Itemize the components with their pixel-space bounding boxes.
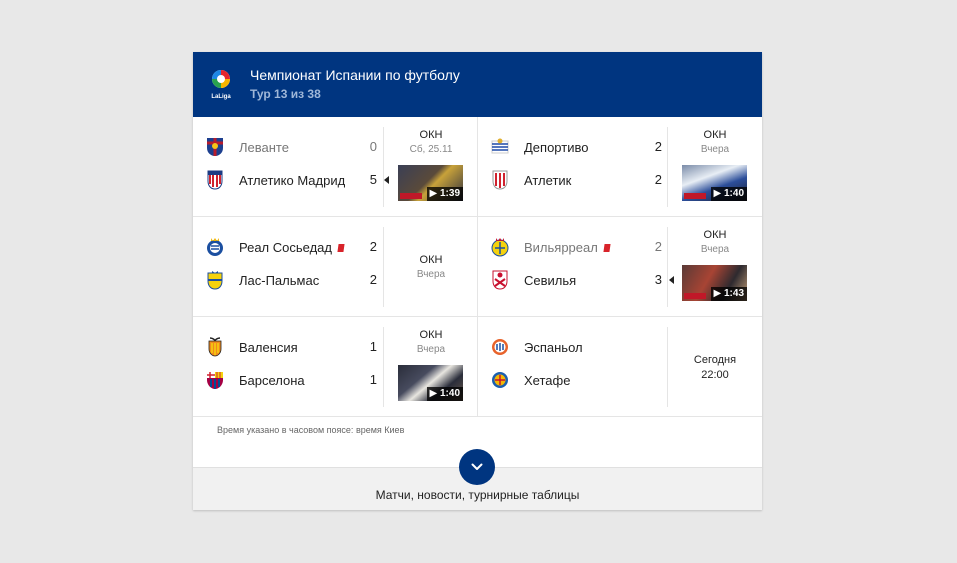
las-palmas-crest-icon bbox=[205, 270, 225, 290]
away-team: Хетафе bbox=[490, 370, 672, 390]
status-label: ОКН bbox=[703, 229, 727, 241]
team-score: 2 bbox=[654, 172, 662, 187]
espanyol-crest-icon bbox=[490, 337, 510, 357]
footer-label: Матчи, новости, турнирные таблицы bbox=[375, 488, 580, 502]
match-valencia-barcelona[interactable]: Валенсия 1 Барселона 1 ОКН Вчера ▶ 1:40 bbox=[193, 317, 478, 416]
getafe-crest-icon bbox=[490, 370, 510, 390]
laliga-logo-icon: LaLiga bbox=[206, 67, 236, 101]
status-label: Сегодня bbox=[693, 353, 737, 366]
chevron-down-icon bbox=[471, 458, 483, 476]
match-time: 22:00 bbox=[701, 368, 729, 381]
sevilla-crest-icon bbox=[490, 270, 510, 290]
status-label: ОКН bbox=[419, 329, 443, 341]
league-title[interactable]: Чемпионат Испании по футболу bbox=[250, 67, 460, 83]
team-name: Барселона bbox=[239, 372, 305, 388]
match-date: Вчера bbox=[416, 268, 446, 280]
matches-row: Валенсия 1 Барселона 1 ОКН Вчера ▶ 1:40 bbox=[193, 317, 762, 417]
team-name: Лас-Пальмас bbox=[239, 272, 320, 288]
match-status: ОКН Вчера ▶ 1:43 bbox=[667, 227, 762, 307]
red-card-icon bbox=[603, 243, 611, 252]
team-score: 5 bbox=[369, 172, 377, 187]
team-name: Эспаньол bbox=[524, 339, 583, 355]
away-team: Атлетик 2 bbox=[490, 170, 672, 190]
matches-row: Леванте 0 Атлетико Мадрид 5 ОКН Сб, 25.1… bbox=[193, 117, 762, 217]
match-status: ОКН Вчера bbox=[383, 227, 478, 307]
matches-row: Реал Сосьедад 2 Лас-Пальмас 2 ОКН Вчера bbox=[193, 217, 762, 317]
ad-board bbox=[684, 193, 706, 199]
home-team: Эспаньол bbox=[490, 337, 672, 357]
villarreal-crest-icon bbox=[490, 237, 510, 257]
match-espanyol-getafe[interactable]: Эспаньол Хетафе Сегодня 22:00 bbox=[478, 317, 762, 416]
expand-button[interactable] bbox=[459, 449, 495, 485]
sports-card: LaLiga Чемпионат Испании по футболу Тур … bbox=[193, 52, 762, 510]
video-duration: ▶ 1:39 bbox=[426, 187, 463, 201]
match-levante-atletico[interactable]: Леванте 0 Атлетико Мадрид 5 ОКН Сб, 25.1… bbox=[193, 117, 478, 216]
video-highlight-thumbnail[interactable]: ▶ 1:40 bbox=[398, 365, 463, 401]
home-team: Депортиво 2 bbox=[490, 137, 672, 157]
team-score: 2 bbox=[654, 139, 662, 154]
match-date: Сб, 25.11 bbox=[409, 144, 453, 155]
deportivo-crest-icon bbox=[490, 137, 510, 157]
real-sociedad-crest-icon bbox=[205, 237, 225, 257]
status-label: ОКН bbox=[419, 253, 443, 266]
team-score: 2 bbox=[654, 239, 662, 254]
team-name: Вильярреал bbox=[524, 240, 611, 255]
match-date: Вчера bbox=[700, 144, 730, 155]
match-status: ОКН Сб, 25.11 ▶ 1:39 bbox=[383, 127, 478, 207]
team-name: Валенсия bbox=[239, 339, 298, 355]
team-name: Хетафе bbox=[524, 372, 571, 388]
match-status: Сегодня 22:00 bbox=[667, 327, 762, 407]
team-score: 2 bbox=[369, 239, 377, 254]
match-date: Вчера bbox=[416, 344, 446, 355]
match-deportivo-athletic[interactable]: Депортиво 2 Атлетик 2 ОКН Вчера ▶ 1:40 bbox=[478, 117, 762, 216]
team-name: Леванте bbox=[239, 139, 289, 155]
team-score: 2 bbox=[369, 272, 377, 287]
status-label: ОКН bbox=[703, 129, 727, 141]
team-score: 0 bbox=[369, 139, 377, 154]
home-team: Валенсия 1 bbox=[205, 337, 387, 357]
team-name: Атлетик bbox=[524, 172, 572, 188]
video-highlight-thumbnail[interactable]: ▶ 1:40 bbox=[682, 165, 747, 201]
away-team: Севилья 3 bbox=[490, 270, 674, 290]
match-date: Вчера bbox=[700, 244, 730, 255]
home-team: Вильярреал 2 bbox=[490, 237, 672, 257]
team-score: 3 bbox=[654, 272, 662, 287]
atletico-crest-icon bbox=[205, 170, 225, 190]
team-name: Реал Сосьедад bbox=[239, 240, 345, 255]
match-sociedad-laspalmas[interactable]: Реал Сосьедад 2 Лас-Пальмас 2 ОКН Вчера bbox=[193, 217, 478, 316]
away-team: Атлетико Мадрид 5 bbox=[205, 170, 389, 190]
video-duration: ▶ 1:40 bbox=[426, 387, 463, 401]
match-status: ОКН Вчера ▶ 1:40 bbox=[383, 327, 478, 407]
ad-board bbox=[400, 193, 422, 199]
timezone-note: Время указано в часовом поясе: время Кие… bbox=[217, 425, 405, 435]
matches-grid: Леванте 0 Атлетико Мадрид 5 ОКН Сб, 25.1… bbox=[193, 117, 762, 417]
team-score: 1 bbox=[369, 339, 377, 354]
video-highlight-thumbnail[interactable]: ▶ 1:39 bbox=[398, 165, 463, 201]
team-name: Атлетико Мадрид bbox=[239, 172, 346, 188]
home-team: Леванте 0 bbox=[205, 137, 387, 157]
away-team: Лас-Пальмас 2 bbox=[205, 270, 387, 290]
league-header[interactable]: LaLiga Чемпионат Испании по футболу Тур … bbox=[193, 52, 762, 117]
team-score: 1 bbox=[369, 372, 377, 387]
athletic-crest-icon bbox=[490, 170, 510, 190]
ad-board bbox=[684, 293, 706, 299]
svg-text:LaLiga: LaLiga bbox=[211, 94, 231, 100]
valencia-crest-icon bbox=[205, 337, 225, 357]
team-name: Севилья bbox=[524, 272, 577, 288]
barcelona-crest-icon bbox=[205, 370, 225, 390]
match-villarreal-sevilla[interactable]: Вильярреал 2 Севилья 3 ОКН Вчера ▶ 1:43 bbox=[478, 217, 762, 316]
red-card-icon bbox=[337, 243, 345, 252]
round-label: Тур 13 из 38 bbox=[250, 87, 321, 101]
team-name: Депортиво bbox=[524, 139, 589, 155]
away-team: Барселона 1 bbox=[205, 370, 387, 390]
video-duration: ▶ 1:43 bbox=[710, 287, 747, 301]
match-status: ОКН Вчера ▶ 1:40 bbox=[667, 127, 762, 207]
video-highlight-thumbnail[interactable]: ▶ 1:43 bbox=[682, 265, 747, 301]
video-duration: ▶ 1:40 bbox=[710, 187, 747, 201]
home-team: Реал Сосьедад 2 bbox=[205, 237, 387, 257]
header-text: Чемпионат Испании по футболу Тур 13 из 3… bbox=[250, 67, 460, 102]
levante-crest-icon bbox=[205, 137, 225, 157]
status-label: ОКН bbox=[419, 129, 443, 141]
